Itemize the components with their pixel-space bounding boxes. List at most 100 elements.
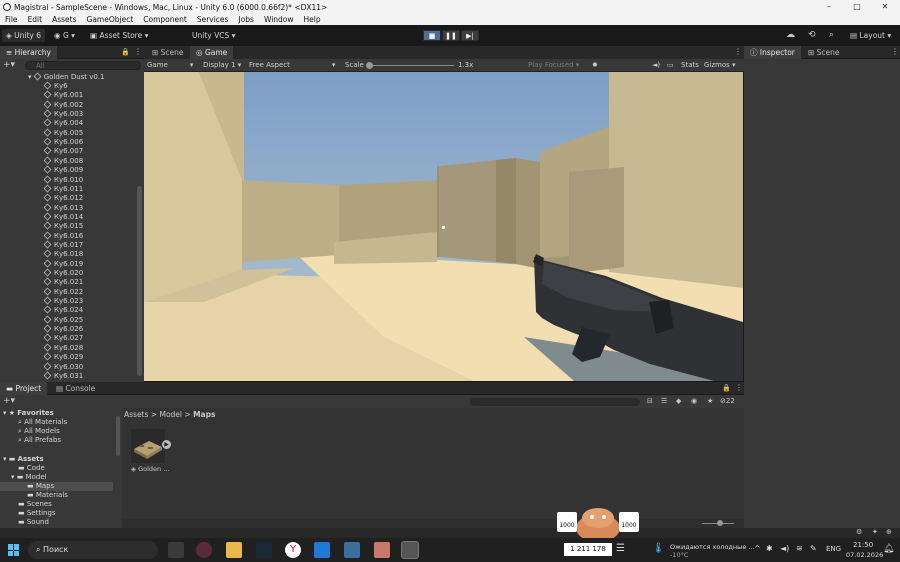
project-search-input[interactable] [470,398,640,406]
tree-scrollbar[interactable] [116,416,120,456]
add-icon[interactable]: +▾ [3,396,15,406]
hierarchy-item[interactable]: Ку6.024 [43,305,83,315]
tag-icon[interactable]: ◆ [676,397,681,405]
hierarchy-item[interactable]: Ку6.010 [43,175,83,185]
hierarchy-search-input[interactable] [25,61,141,70]
tree-model[interactable]: ▾ ▬ Model [11,473,47,482]
add-icon[interactable]: +▾ [3,60,15,70]
hierarchy-item[interactable]: Ку6.021 [43,277,83,287]
shortcut-icon[interactable]: ▭ [667,59,674,72]
yandex-browser-icon[interactable]: Y [285,542,301,558]
visibility-icon[interactable]: ◉ [691,397,697,405]
hierarchy-item[interactable]: Ку6.023 [43,296,83,306]
windows-start-icon[interactable] [8,544,20,556]
score-widget[interactable]: 1000 1000 [556,500,640,542]
wifi-icon[interactable]: ≋ [796,544,803,553]
hierarchy-item[interactable]: Ку6.031 [43,371,83,381]
tab-console[interactable]: ▤ Console [50,382,101,395]
gizmos-dropdown[interactable]: Gizmos ▾ [704,59,736,72]
tree-fav-all-materials[interactable]: ⌕ All Materials [18,418,67,427]
more-icon[interactable]: ⋮ [134,47,142,56]
hierarchy-root[interactable]: ▾ Golden Dust v0.1 [28,72,105,82]
menu-help[interactable]: Help [299,15,326,24]
unity-hub-icon[interactable] [401,541,419,559]
pause-button[interactable]: ❚❚ [442,30,460,41]
maximize-button[interactable]: □ [843,0,871,14]
network-icon[interactable]: ⊕ [886,528,892,536]
tab-inspector[interactable]: ⓘ Inspector [744,46,801,59]
star-icon[interactable]: ★ [707,397,713,405]
display-dropdown[interactable]: Display 1 ▾ [203,59,241,72]
hierarchy-item[interactable]: Ку6.011 [43,184,83,194]
menu-jobs[interactable]: Jobs [233,15,258,24]
tree-code[interactable]: ▬ Code [18,464,45,473]
tab-hierarchy[interactable]: ≡ Hierarchy [0,46,57,59]
vscode-icon[interactable] [314,542,330,558]
game-mode-dropdown[interactable]: Game ▾ [147,59,193,72]
chevron-up-icon[interactable]: ^ [754,544,761,553]
menu-window[interactable]: Window [259,15,299,24]
hierarchy-item[interactable]: Ку6.030 [43,362,83,372]
more-icon[interactable]: ⋮ [891,47,899,56]
lock-icon[interactable]: 🔒 [121,48,130,56]
layout-dropdown[interactable]: ▤ Layout ▾ [846,29,895,42]
taskbar-search[interactable]: ⌕ Поиск [28,541,158,559]
menu-edit[interactable]: Edit [23,15,48,24]
tree-sound[interactable]: ▬ Sound [18,518,49,526]
hierarchy-item[interactable]: Ку6.017 [43,240,83,250]
breadcrumb-assets[interactable]: Assets [124,410,148,419]
menu-component[interactable]: Component [138,15,192,24]
hierarchy-item[interactable]: Ку6.005 [43,128,83,138]
breadcrumb-model[interactable]: Model [159,410,182,419]
clock-date[interactable]: 07.02.2026 [846,551,883,559]
hierarchy-scrollbar[interactable] [137,186,142,376]
hierarchy-item[interactable]: Ку6.007 [43,146,83,156]
hierarchy-item[interactable]: Ку6.002 [43,100,83,110]
lock-icon[interactable]: 🔒 [722,384,731,392]
hierarchy-item[interactable]: Ку6.015 [43,221,83,231]
scale-slider-handle[interactable] [366,62,373,69]
file-explorer-icon[interactable] [226,542,242,558]
tree-fav-all-models[interactable]: ⌕ All Models [18,427,60,436]
hierarchy-item[interactable]: Ку6.026 [43,324,83,334]
paint-icon[interactable] [374,542,390,558]
hierarchy-item[interactable]: Ку6.018 [43,249,83,259]
tab-scene[interactable]: ⊞ Scene [146,46,190,59]
tree-favorites[interactable]: ▾ ★ Favorites [3,409,54,418]
minimize-button[interactable]: – [815,0,843,14]
history-icon[interactable]: ⟲ [808,30,816,40]
weather-text[interactable]: Ожидаются холодные ... [670,543,755,551]
breadcrumb-maps[interactable]: Maps [193,410,215,419]
hierarchy-item[interactable]: Ку6.003 [43,109,83,119]
vcs-button[interactable]: Unity VCS ▾ [188,29,239,42]
aspect-dropdown[interactable]: Free Aspect ▾ [249,59,335,72]
tab-project[interactable]: ▬ Project [0,382,48,395]
photos-icon[interactable] [344,542,360,558]
hierarchy-item[interactable]: Ку6.027 [43,333,83,343]
hierarchy-item[interactable]: Ку6.009 [43,165,83,175]
account-button[interactable]: ◈ Unity 6 [2,29,46,42]
search-by-label-icon[interactable]: ☰ [661,397,667,405]
more-icon[interactable]: ⋮ [734,47,742,56]
hierarchy-item[interactable]: Ку6.014 [43,212,83,222]
close-button[interactable]: ✕ [871,0,899,14]
expand-icon[interactable]: ▶ [162,440,171,449]
mute-icon[interactable]: ◄) [652,59,660,72]
tab-game[interactable]: ◎ Game [190,46,234,59]
menu-services[interactable]: Services [192,15,234,24]
menu-icon[interactable]: ☰ [616,543,625,554]
bluetooth-icon[interactable]: ✱ [766,544,773,553]
hierarchy-item[interactable]: Ку6.025 [43,315,83,325]
asset-store-button[interactable]: ▣ Asset Store ▾ [86,29,152,42]
menu-gameobject[interactable]: GameObject [82,15,139,24]
hierarchy-item[interactable]: Ку6.020 [43,268,83,278]
scale-slider[interactable] [368,65,454,66]
hierarchy-item[interactable]: Ку6.001 [43,90,83,100]
user-menu-button[interactable]: ◉ G ▾ [50,29,79,42]
bug-icon[interactable]: ✦ [872,528,878,536]
asset-tile[interactable]: ▶ ◈ Golden ... [131,429,171,477]
language-indicator[interactable]: ENG [826,545,841,553]
hierarchy-item[interactable]: Ку6.008 [43,156,83,166]
hierarchy-item[interactable]: Ку6.019 [43,259,83,269]
tree-assets[interactable]: ▾ ▬ Assets [3,455,44,464]
